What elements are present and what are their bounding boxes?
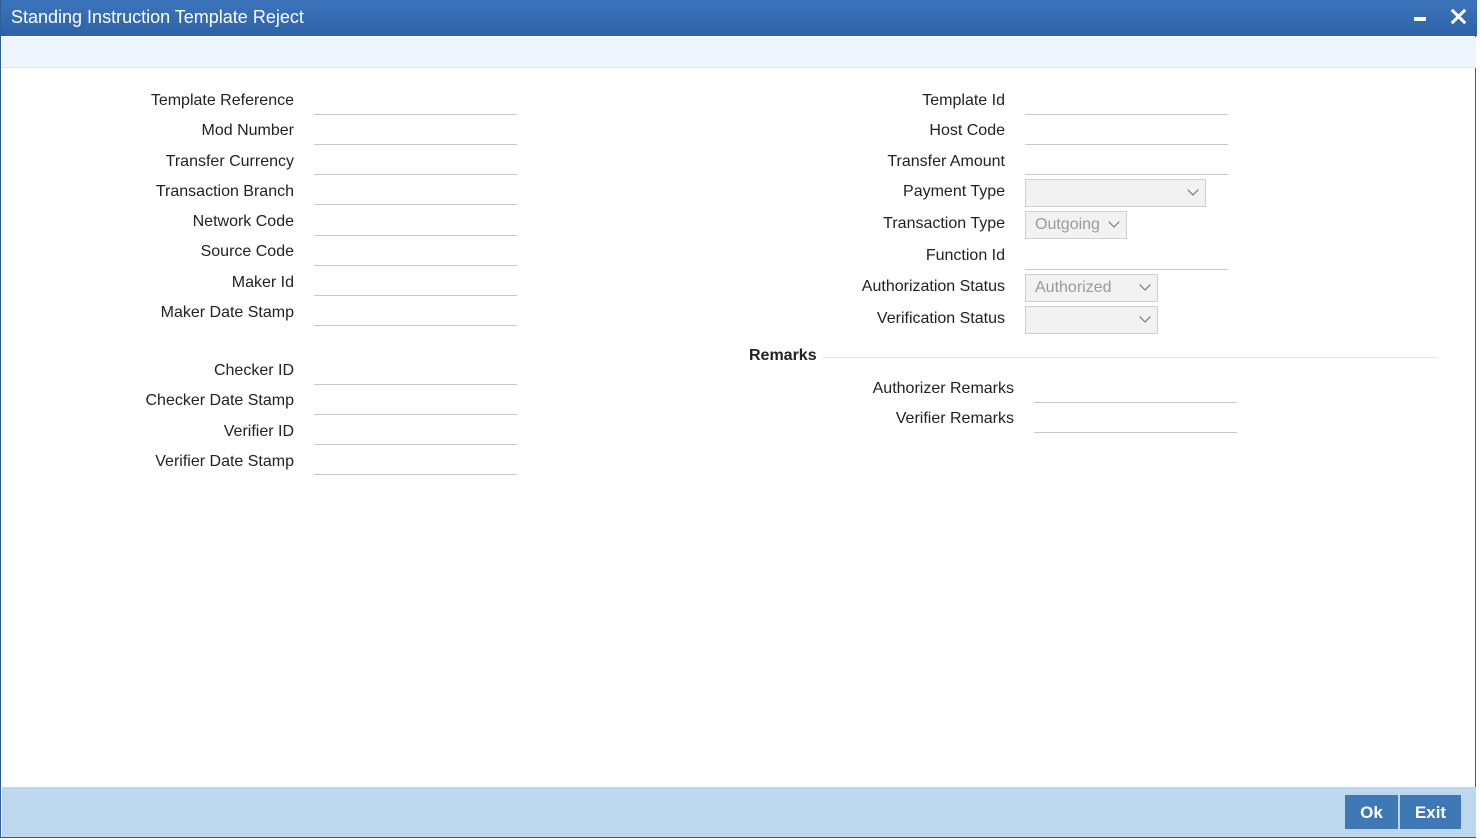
- checker-date-stamp-label: Checker Date Stamp: [145, 392, 294, 409]
- verification-status-select[interactable]: [1025, 306, 1158, 334]
- network-code-field[interactable]: [314, 208, 517, 236]
- remarks-section-title: Remarks: [749, 347, 817, 364]
- transaction-branch-label: Transaction Branch: [155, 183, 294, 200]
- network-code-label: Network Code: [192, 213, 294, 230]
- transfer-amount-label: Transfer Amount: [887, 153, 1005, 170]
- template-reference-label: Template Reference: [150, 92, 294, 109]
- verifier-remarks-label: Verifier Remarks: [895, 410, 1014, 427]
- payment-type-label: Payment Type: [903, 183, 1005, 200]
- function-id-field[interactable]: [1025, 242, 1228, 270]
- host-code-label: Host Code: [929, 122, 1005, 139]
- source-code-label: Source Code: [200, 243, 294, 260]
- transaction-type-label: Transaction Type: [883, 215, 1005, 232]
- verifier-date-stamp-label: Verifier Date Stamp: [155, 453, 294, 470]
- chevron-down-icon: [1187, 184, 1199, 196]
- window-title: Standing Instruction Template Reject: [11, 7, 304, 27]
- verifier-remarks-field[interactable]: [1034, 405, 1237, 433]
- verification-status-label: Verification Status: [876, 310, 1005, 327]
- authorizer-remarks-field[interactable]: [1034, 375, 1237, 403]
- authorization-status-select[interactable]: Authorized: [1025, 274, 1158, 302]
- title-bar: Standing Instruction Template Reject: [1, 0, 1477, 36]
- chevron-down-icon: [1139, 311, 1151, 323]
- mod-number-field[interactable]: [314, 117, 517, 145]
- template-id-label: Template Id: [922, 92, 1005, 109]
- authorization-status-value: Authorized: [1035, 279, 1112, 296]
- function-id-label: Function Id: [925, 247, 1005, 264]
- transaction-type-select[interactable]: Outgoing: [1025, 211, 1127, 239]
- authorization-status-label: Authorization Status: [861, 278, 1005, 295]
- maker-date-stamp-label: Maker Date Stamp: [160, 304, 294, 321]
- dialog-window: Standing Instruction Template Reject Tem…: [0, 0, 1477, 838]
- toolbar-strip: [2, 37, 1476, 68]
- mod-number-label: Mod Number: [201, 122, 294, 139]
- authorizer-remarks-label: Authorizer Remarks: [872, 380, 1014, 397]
- checker-id-label: Checker ID: [213, 362, 294, 379]
- verifier-date-stamp-field[interactable]: [314, 447, 517, 475]
- chevron-down-icon: [1139, 279, 1151, 291]
- section-divider: [823, 357, 1438, 358]
- chevron-down-icon: [1108, 216, 1120, 228]
- host-code-field[interactable]: [1025, 117, 1228, 145]
- transaction-branch-field[interactable]: [314, 177, 517, 205]
- footer-bar: [2, 787, 1476, 837]
- exit-button[interactable]: Exit: [1400, 795, 1461, 829]
- checker-id-field[interactable]: [314, 357, 517, 385]
- template-id-field[interactable]: [1025, 87, 1228, 115]
- transfer-currency-label: Transfer Currency: [165, 153, 294, 170]
- maker-id-field[interactable]: [314, 268, 517, 296]
- payment-type-select[interactable]: [1025, 179, 1206, 207]
- maker-date-stamp-field[interactable]: [314, 298, 517, 326]
- minimize-icon[interactable]: [1414, 17, 1426, 21]
- transfer-currency-field[interactable]: [314, 147, 517, 175]
- template-reference-field[interactable]: [314, 87, 517, 115]
- checker-date-stamp-field[interactable]: [314, 387, 517, 415]
- ok-button[interactable]: Ok: [1345, 795, 1398, 829]
- source-code-field[interactable]: [314, 238, 517, 266]
- transaction-type-value: Outgoing: [1035, 216, 1100, 233]
- verifier-id-label: Verifier ID: [223, 423, 294, 440]
- maker-id-label: Maker Id: [231, 274, 294, 291]
- transfer-amount-field[interactable]: [1025, 147, 1228, 175]
- verifier-id-field[interactable]: [314, 417, 517, 445]
- close-icon[interactable]: [1447, 6, 1469, 28]
